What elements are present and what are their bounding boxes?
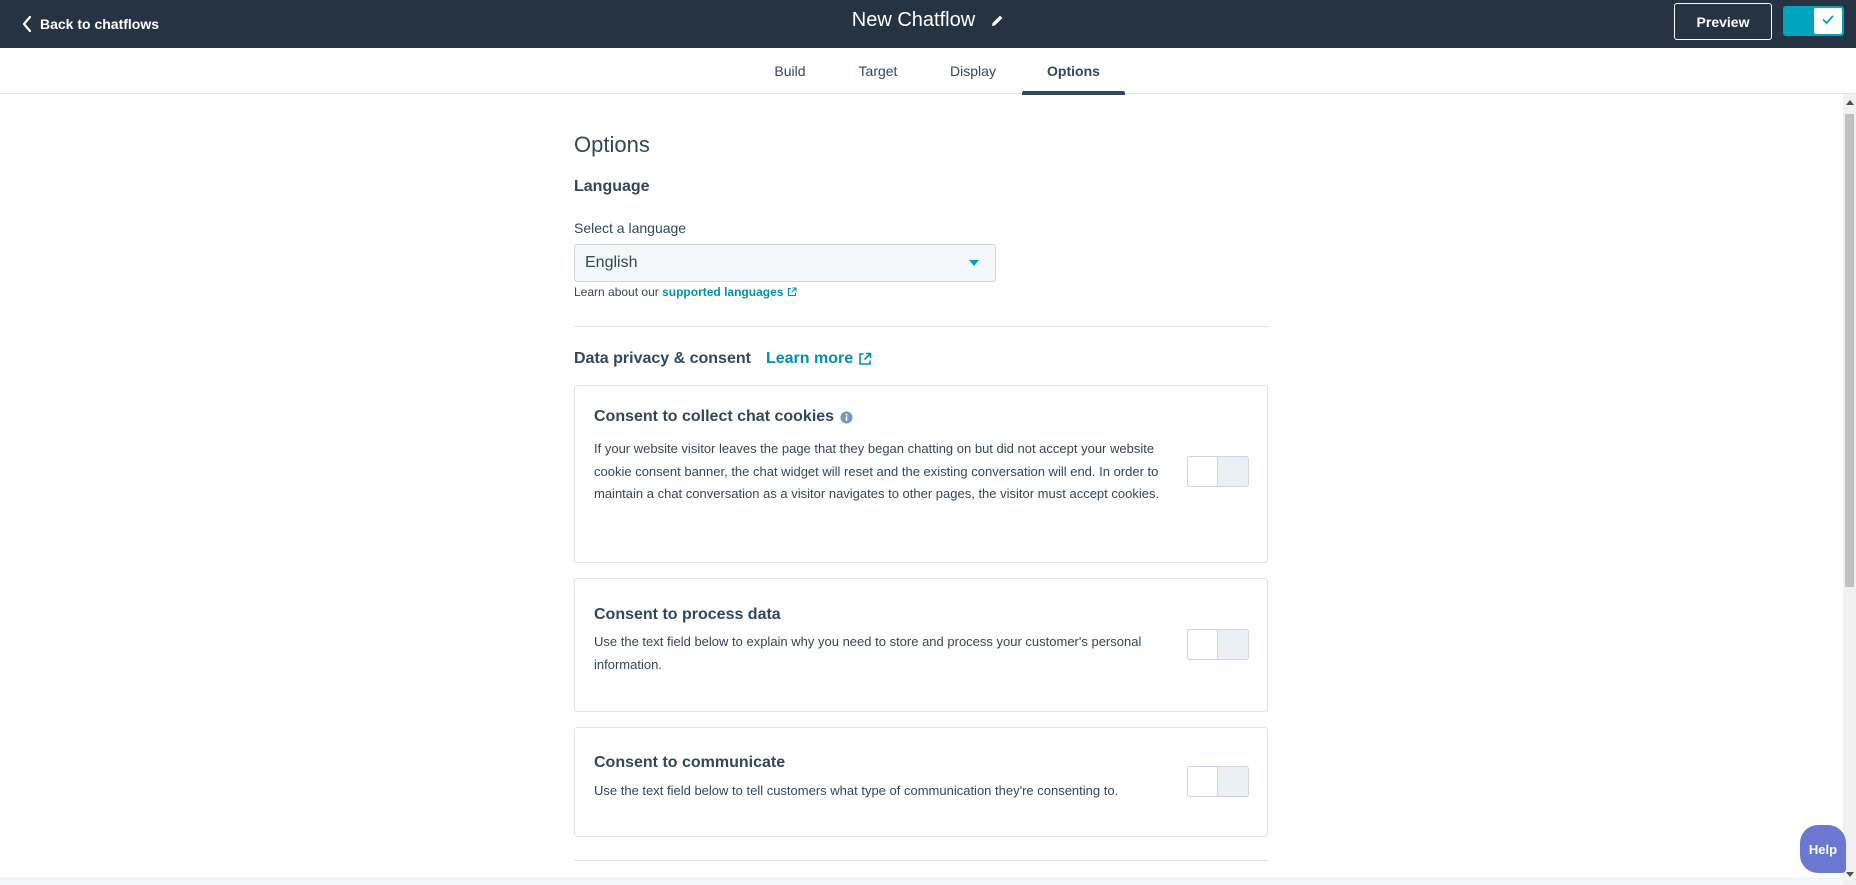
consent-communicate-description: Use the text field below to tell custome…: [594, 783, 1119, 798]
consent-cookies-title: Consent to collect chat cookies: [594, 408, 853, 426]
external-link-icon: [858, 352, 872, 366]
help-button[interactable]: Help: [1800, 825, 1846, 873]
tab-target[interactable]: Target: [854, 48, 902, 94]
scroll-up-arrow-icon[interactable]: [1846, 100, 1854, 105]
toggle-knob: [1187, 629, 1218, 660]
language-select-value: English: [585, 254, 638, 271]
language-help-prefix: Learn about our: [574, 285, 659, 299]
language-section-label: Language: [574, 178, 650, 195]
publish-toggle-knob: [1814, 8, 1842, 34]
consent-process-data-card: Consent to process data Use the text fie…: [574, 578, 1268, 712]
chatflow-title: New Chatflow: [851, 9, 976, 31]
toggle-knob: [1187, 456, 1218, 487]
consent-process-data-toggle[interactable]: [1187, 629, 1249, 660]
consent-process-data-description: Use the text field below to explain why …: [594, 634, 1142, 672]
tab-bar: Build Target Display Options: [0, 48, 1856, 95]
supported-languages-link[interactable]: supported languages: [662, 285, 783, 299]
toggle-knob: [1187, 766, 1218, 797]
consent-cookies-toggle[interactable]: [1187, 456, 1249, 487]
scrollbar-thumb[interactable]: [1845, 114, 1854, 587]
page-scrollbar[interactable]: [1843, 94, 1856, 885]
section-divider: [574, 860, 1268, 861]
language-help-text: Learn about our supported languages: [574, 285, 797, 299]
consent-process-data-title: Consent to process data: [594, 606, 781, 623]
section-divider: [574, 326, 1268, 327]
tab-display[interactable]: Display: [945, 48, 1001, 94]
page-title: Options: [574, 132, 650, 157]
privacy-section-title: Data privacy & consent: [574, 350, 751, 367]
top-bar: Back to chatflows New Chatflow Preview: [0, 0, 1856, 48]
learn-more-link[interactable]: Learn more: [766, 350, 872, 368]
consent-communicate-card: Consent to communicate Use the text fiel…: [574, 727, 1268, 837]
preview-button[interactable]: Preview: [1674, 3, 1772, 40]
chatflow-title-group: New Chatflow: [0, 9, 1856, 32]
tab-build[interactable]: Build: [769, 48, 811, 94]
privacy-header: Data privacy & consent Learn more: [574, 350, 872, 368]
publish-toggle[interactable]: [1783, 6, 1844, 36]
consent-communicate-toggle[interactable]: [1187, 766, 1249, 797]
scroll-down-arrow-icon[interactable]: [1846, 872, 1854, 877]
consent-cookies-card: Consent to collect chat cookies If your …: [574, 385, 1268, 563]
caret-down-icon: [969, 260, 979, 266]
pencil-icon[interactable]: [991, 14, 1004, 27]
checkmark-icon: [1822, 12, 1834, 30]
language-select[interactable]: English: [574, 244, 996, 282]
consent-cookies-description: If your website visitor leaves the page …: [594, 441, 1160, 502]
learn-more-label: Learn more: [765, 350, 854, 367]
language-field-label: Select a language: [574, 220, 687, 236]
consent-communicate-title: Consent to communicate: [594, 754, 786, 771]
info-icon[interactable]: [840, 411, 853, 424]
tab-options[interactable]: Options: [1022, 48, 1125, 95]
consent-cookies-title-text: Consent to collect chat cookies: [594, 408, 835, 425]
external-link-icon: [787, 287, 797, 297]
bottom-strip: [0, 878, 1843, 885]
